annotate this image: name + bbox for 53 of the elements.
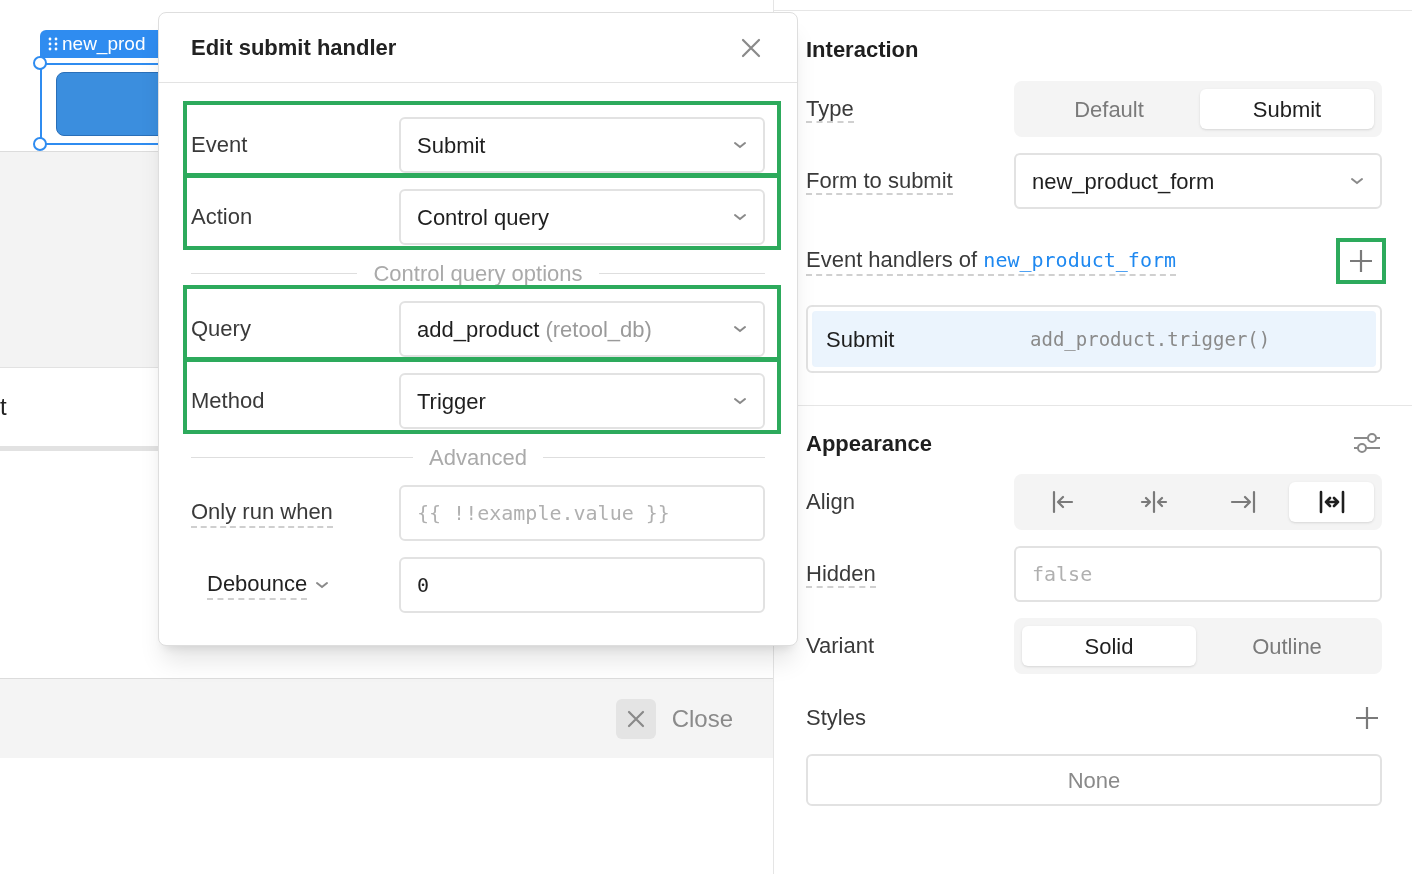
- chevron-down-icon: [315, 581, 330, 589]
- modal-title: Edit submit handler: [191, 34, 397, 62]
- close-button[interactable]: [615, 698, 656, 739]
- field-label: Event: [191, 131, 248, 159]
- field-label: Query: [191, 315, 251, 343]
- section-title: Appearance: [806, 429, 932, 458]
- segment-option[interactable]: Submit: [1200, 89, 1374, 129]
- segment-option[interactable]: Outline: [1200, 626, 1374, 666]
- close-icon: [625, 708, 646, 729]
- add-handler-button[interactable]: [1336, 238, 1386, 284]
- segment-option[interactable]: Default: [1022, 89, 1196, 129]
- property-label: Styles: [806, 704, 866, 732]
- table-cell-text: t: [0, 392, 7, 422]
- select-field[interactable]: Submit: [399, 117, 765, 173]
- field-label: Only run when: [191, 498, 333, 528]
- segment-option[interactable]: Solid: [1022, 626, 1196, 666]
- handler-item[interactable]: Submit add_product.trigger(): [812, 311, 1376, 367]
- section-divider-label: Control query options: [373, 259, 583, 288]
- select-field[interactable]: new_product_form: [1014, 153, 1382, 209]
- align-center-icon: [1139, 490, 1168, 514]
- chevron-down-icon: [733, 397, 747, 405]
- select-field[interactable]: Control query: [399, 189, 765, 245]
- chevron-down-icon: [733, 213, 747, 221]
- segment-option[interactable]: [1289, 482, 1374, 522]
- field-label: Method: [191, 387, 265, 415]
- section-divider-label: Advanced: [429, 443, 527, 472]
- chevron-down-icon: [733, 141, 747, 149]
- field-label: Action: [191, 203, 253, 231]
- section-title: Interaction: [806, 36, 919, 64]
- close-icon: [740, 36, 762, 59]
- chevron-down-icon: [733, 325, 747, 333]
- resize-handle[interactable]: [33, 56, 47, 70]
- input-field[interactable]: {{ !!example.value }}: [399, 485, 765, 541]
- sliders-icon: [1352, 430, 1382, 456]
- property-label: Variant: [806, 633, 875, 658]
- component-name: new_prod: [62, 31, 146, 57]
- plus-icon: [1348, 248, 1374, 274]
- input-field[interactable]: false: [1014, 546, 1382, 602]
- field-label[interactable]: Debounce: [207, 570, 308, 600]
- chevron-down-icon: [1350, 177, 1364, 185]
- plus-icon: [1354, 705, 1380, 731]
- property-label: Form to submit: [806, 168, 953, 195]
- property-label: Event handlers of new_product_form: [806, 246, 1176, 276]
- property-label: Type: [806, 96, 854, 123]
- property-label: Align: [806, 489, 855, 514]
- select-field[interactable]: add_product (retool_db): [399, 301, 765, 357]
- align-right-icon: [1228, 490, 1257, 514]
- select-field[interactable]: Trigger: [399, 373, 765, 429]
- drag-handle-icon: [48, 37, 58, 51]
- property-label: Hidden: [806, 561, 876, 588]
- resize-handle[interactable]: [33, 137, 47, 151]
- input-field[interactable]: 0: [399, 557, 765, 613]
- stretch-icon: [1317, 490, 1346, 514]
